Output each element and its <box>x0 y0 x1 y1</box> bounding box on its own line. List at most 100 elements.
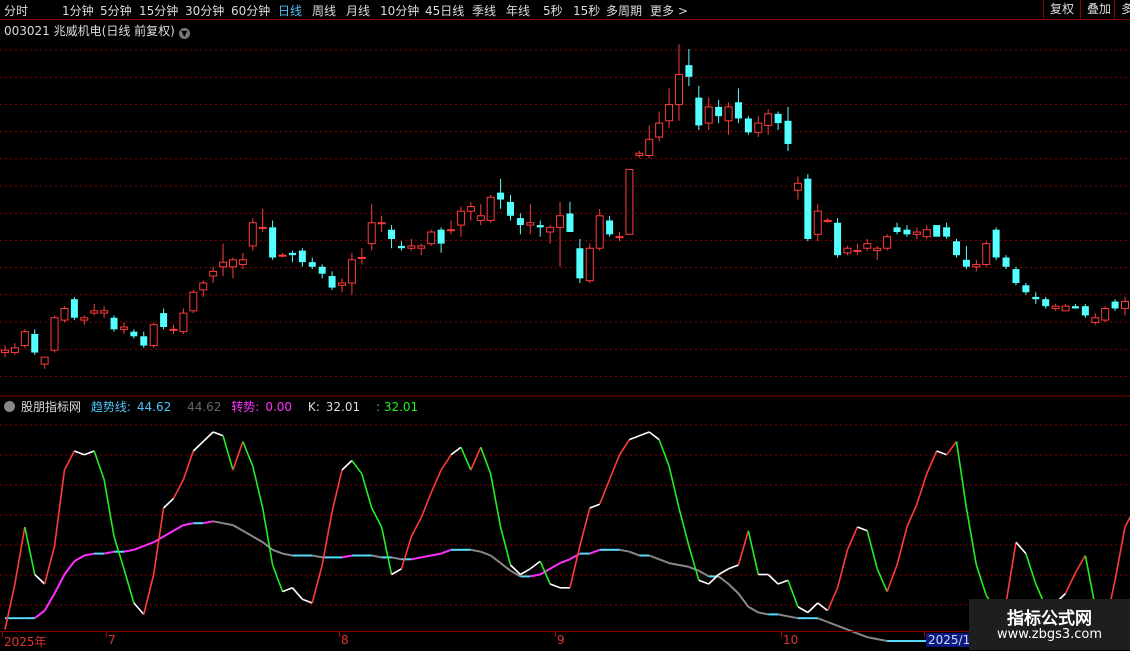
trend-line-segment <box>817 617 829 623</box>
k-line-segment <box>1114 526 1126 581</box>
k-line-segment <box>747 530 760 575</box>
axis-label: 2025年 <box>4 635 47 649</box>
axis-label: 7 <box>108 633 116 647</box>
candle-up <box>724 106 733 122</box>
k-label: K: <box>307 400 320 414</box>
k-line-segment <box>271 564 284 592</box>
k-line-segment <box>371 507 383 528</box>
trend-line-segment <box>421 554 432 559</box>
trend-line-segment <box>172 524 184 532</box>
candle-down <box>1081 306 1089 316</box>
candle-up <box>456 210 465 226</box>
k-line-segment <box>252 466 264 509</box>
trend-line-segment <box>34 609 46 619</box>
candle-up <box>40 356 49 365</box>
candle-up <box>50 317 59 351</box>
k-line-segment <box>926 450 938 475</box>
candle-up <box>853 250 862 253</box>
trend-line-segment <box>668 562 680 566</box>
trend-line-segment <box>758 611 769 616</box>
candle-down <box>288 252 296 256</box>
k-line-segment <box>965 507 978 566</box>
candle-up <box>823 219 832 222</box>
axis-tick <box>555 632 556 637</box>
candle-up <box>883 236 892 249</box>
k-line-segment <box>380 526 393 575</box>
k-line-segment <box>361 473 373 509</box>
gear-icon[interactable] <box>4 401 15 412</box>
trend-line-segment <box>499 562 512 572</box>
trend-line-segment <box>629 550 640 557</box>
trend-line-segment <box>341 554 353 559</box>
trend-value-2: 44.62 <box>187 400 222 414</box>
candle-down <box>110 317 118 330</box>
k-line-segment <box>192 440 204 452</box>
candle-up <box>367 222 376 245</box>
k-line-segment <box>1005 542 1017 604</box>
axis-label: 9 <box>557 633 565 647</box>
candle-down <box>1111 301 1119 309</box>
candle-down <box>734 102 742 119</box>
k-line-segment <box>291 587 303 600</box>
trend-line-segment <box>777 613 789 618</box>
k-line-segment <box>608 454 621 480</box>
candle-down <box>536 225 544 228</box>
candle-up <box>278 254 287 257</box>
trend-line-segment <box>232 524 244 532</box>
k-line-segment <box>93 450 105 480</box>
candle-up <box>10 347 19 354</box>
candle-up <box>754 122 763 133</box>
k-line-segment <box>74 450 85 456</box>
candle-down <box>933 225 941 237</box>
k-line-segment <box>133 602 145 615</box>
k-line-segment <box>480 446 492 475</box>
turn-label: 转势: <box>231 400 260 414</box>
candle-up <box>407 245 416 249</box>
k-line-segment <box>886 564 898 592</box>
k-line-segment <box>579 507 591 547</box>
candle-up <box>80 317 89 321</box>
k-line-segment <box>232 441 244 471</box>
trend-line-segment <box>559 558 571 565</box>
candle-down <box>397 245 405 249</box>
trend-line-segment <box>727 583 740 595</box>
k-line-segment <box>569 545 581 588</box>
k-line-segment <box>43 545 56 585</box>
candle-up <box>20 331 29 347</box>
candle-down <box>1002 257 1010 267</box>
candlestick-chart[interactable] <box>0 0 1130 650</box>
candle-up <box>625 168 634 235</box>
candle-down <box>962 259 970 267</box>
candle-down <box>695 97 703 126</box>
trend-line-segment <box>73 554 85 563</box>
candle-up <box>219 261 228 268</box>
candle-down <box>784 120 792 144</box>
candle-up <box>119 326 128 330</box>
k-line-segment <box>63 450 76 471</box>
candle-down <box>606 220 614 235</box>
k-line-segment <box>450 446 462 456</box>
candle-down <box>1012 269 1020 283</box>
k-line-segment <box>678 507 690 547</box>
k-line-segment <box>866 530 878 570</box>
candle-up <box>813 210 822 235</box>
k-line-segment <box>470 446 482 471</box>
candle-up <box>199 282 208 291</box>
candle-up <box>674 73 683 106</box>
axis-tick <box>781 632 782 637</box>
candle-down <box>744 118 752 133</box>
trend-line-segment <box>252 535 264 544</box>
trend-line-segment <box>688 565 700 572</box>
k-line-segment <box>896 526 908 566</box>
k-line-segment <box>945 441 958 456</box>
trend-line-segment <box>787 615 799 620</box>
k-line-segment <box>698 579 710 585</box>
trend-line-segment <box>262 541 274 551</box>
candle-down <box>1022 285 1030 293</box>
candle-down <box>318 266 326 274</box>
candle-down <box>1042 299 1050 307</box>
k-line-segment <box>846 526 859 551</box>
k-line-segment <box>261 507 274 566</box>
indicator-name[interactable]: 股朋指标网 <box>21 400 81 414</box>
k-line-segment <box>975 564 987 596</box>
